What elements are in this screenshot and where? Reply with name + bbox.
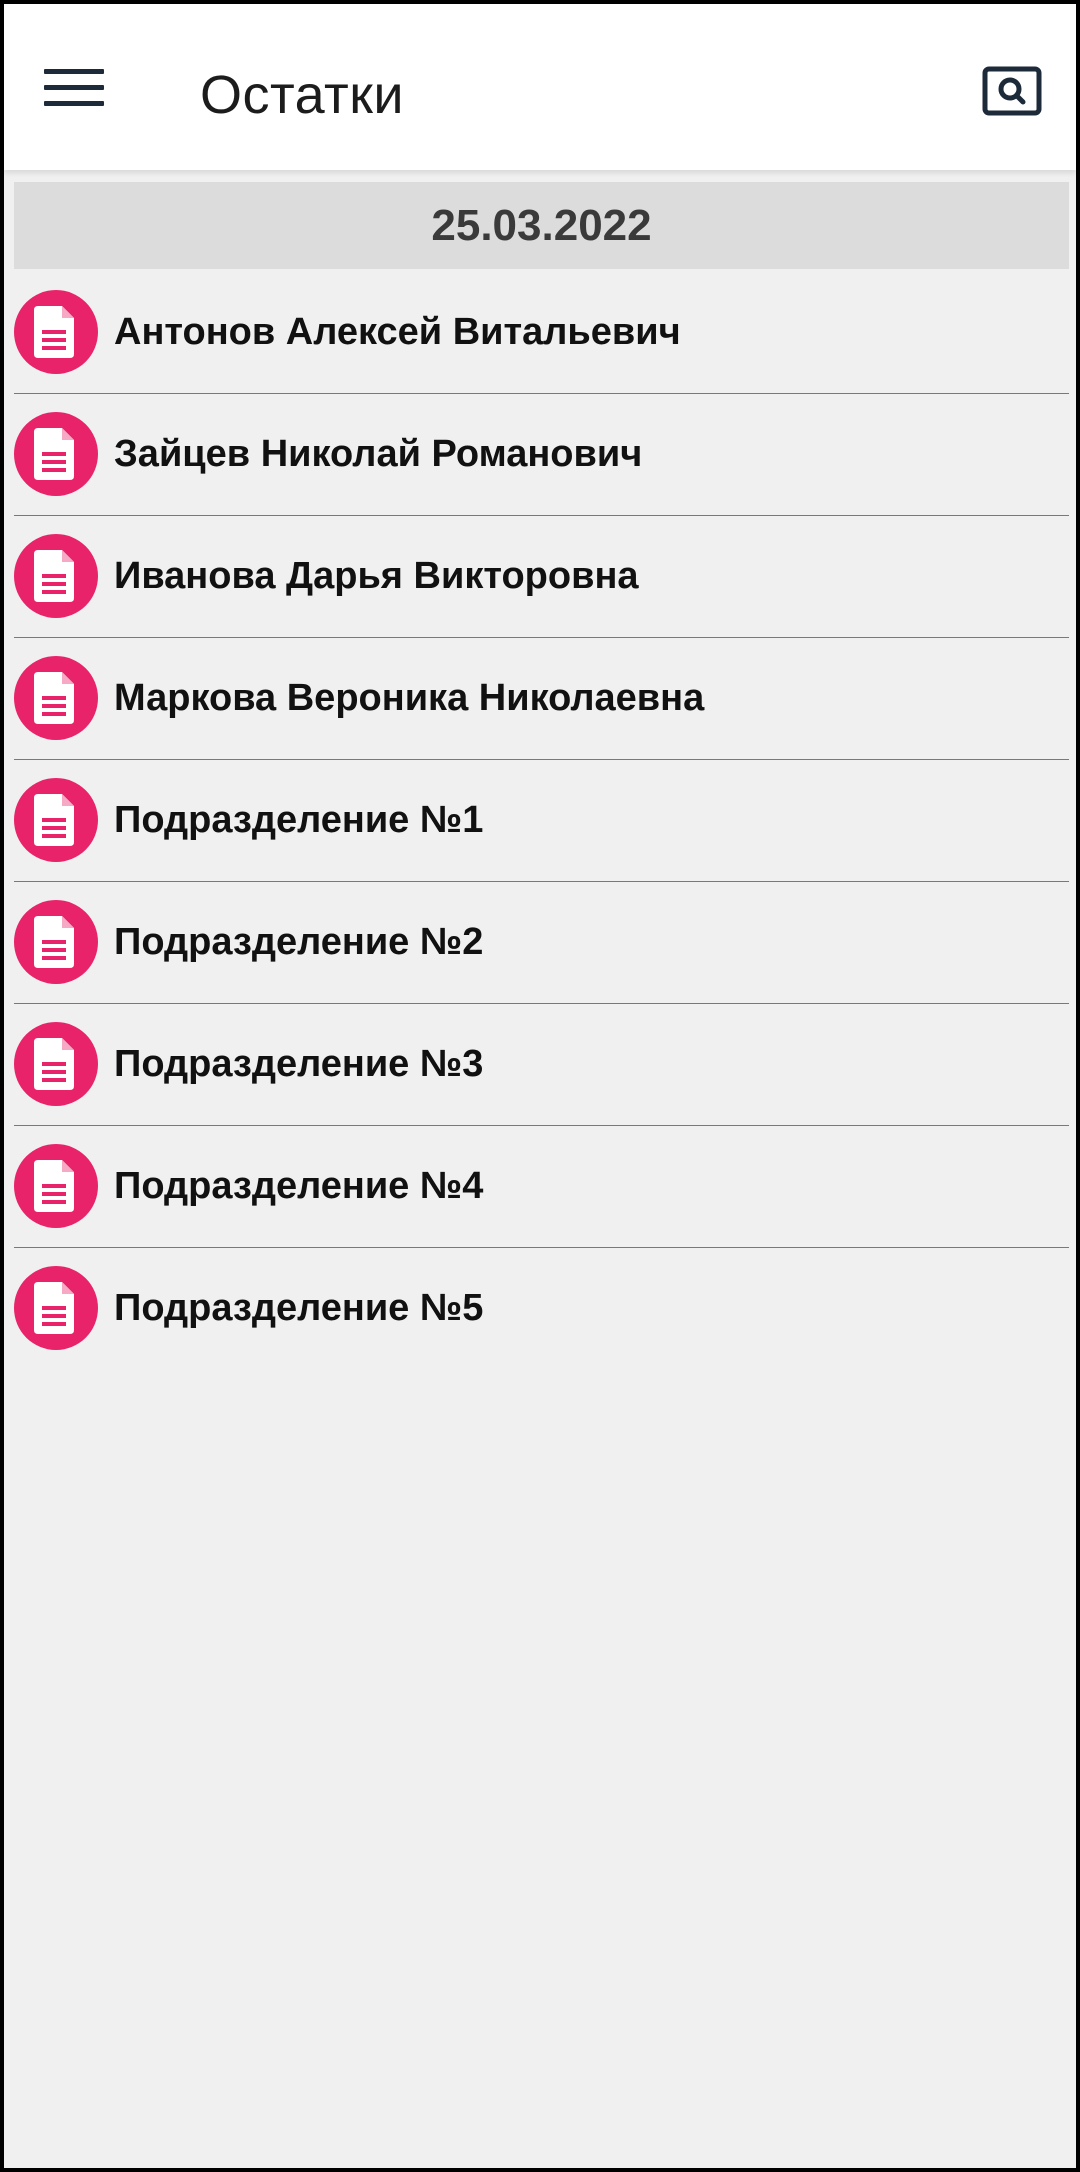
list-item[interactable]: Подразделение №4 [14, 1126, 1069, 1248]
list-item[interactable]: Иванова Дарья Викторовна [14, 516, 1069, 638]
list-item[interactable]: Подразделение №1 [14, 760, 1069, 882]
document-icon [14, 656, 98, 740]
list-item-label: Маркова Вероника Николаевна [114, 677, 705, 719]
document-icon [14, 290, 98, 374]
search-icon [982, 66, 1042, 116]
page-title: Остатки [200, 65, 404, 125]
list-item-label: Подразделение №1 [114, 799, 484, 841]
list-item[interactable]: Зайцев Николай Романович [14, 394, 1069, 516]
list-item-label: Иванова Дарья Викторовна [114, 555, 639, 597]
list-item[interactable]: Подразделение №2 [14, 882, 1069, 1004]
app-bar: Остатки [4, 4, 1076, 170]
document-icon [14, 1266, 98, 1350]
document-icon [14, 778, 98, 862]
list-item[interactable]: Подразделение №5 [14, 1248, 1069, 1369]
menu-button[interactable] [36, 52, 112, 122]
document-icon [14, 534, 98, 618]
list-item-label: Подразделение №5 [114, 1287, 484, 1329]
list-item[interactable]: Подразделение №3 [14, 1004, 1069, 1126]
document-icon [14, 412, 98, 496]
document-list: Антонов Алексей Витальевич Зайцев Никола… [14, 272, 1069, 1369]
screen: Остатки 25.03.2022 Антонов Алексей Витал… [0, 0, 1080, 2172]
date-header: 25.03.2022 [14, 182, 1069, 269]
document-icon [14, 900, 98, 984]
list-item-label: Подразделение №4 [114, 1165, 484, 1207]
list-item[interactable]: Маркова Вероника Николаевна [14, 638, 1069, 760]
search-button[interactable] [978, 62, 1046, 122]
document-icon [14, 1144, 98, 1228]
document-icon [14, 1022, 98, 1106]
list-item-label: Подразделение №2 [114, 921, 484, 963]
list-item-label: Антонов Алексей Витальевич [114, 311, 681, 353]
hamburger-menu-icon [44, 69, 104, 106]
list-item-label: Зайцев Николай Романович [114, 433, 643, 475]
list-item-label: Подразделение №3 [114, 1043, 484, 1085]
list-item[interactable]: Антонов Алексей Витальевич [14, 272, 1069, 394]
